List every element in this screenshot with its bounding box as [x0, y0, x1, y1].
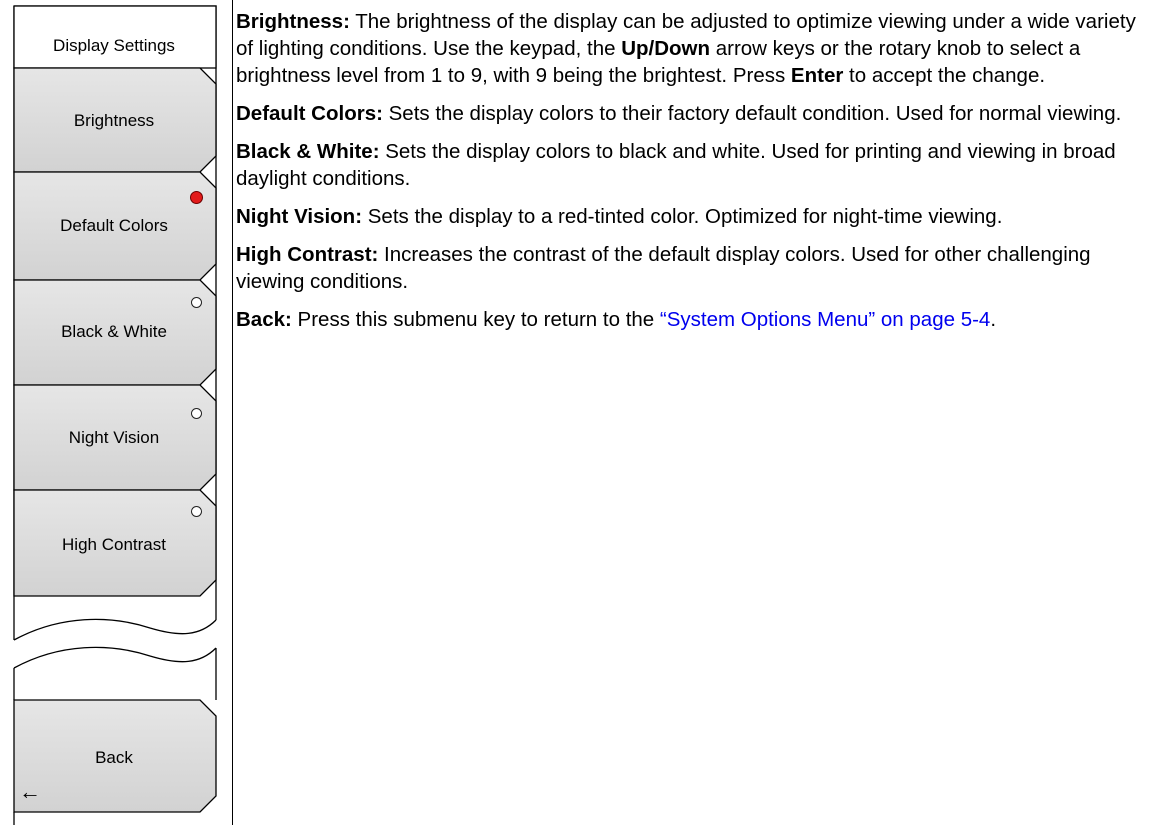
left-arrow-icon: ←	[19, 779, 41, 804]
desc-back: Back: Press this submenu key to return t…	[236, 306, 1146, 333]
radio-unselected-icon	[191, 408, 202, 419]
desc-text: Sets the display colors to their factory…	[382, 102, 1122, 125]
key-up-down: Up/Down	[621, 37, 711, 60]
desc-high-contrast: High Contrast: Increases the contrast of…	[236, 241, 1146, 295]
term-brightness: Brightness:	[236, 10, 350, 33]
menu-title: Display Settings	[53, 36, 175, 55]
softkey-black-white-label: Black & White	[61, 322, 167, 341]
radio-selected-icon	[190, 191, 203, 204]
desc-night-vision: Night Vision: Sets the display to a red-…	[236, 203, 1146, 230]
desc-text: .	[990, 308, 997, 331]
description-column: Brightness: The brightness of the displa…	[236, 8, 1146, 344]
desc-default-colors: Default Colors: Sets the display colors …	[236, 100, 1146, 127]
radio-unselected-icon	[191, 297, 202, 308]
menu-break-bottom	[13, 646, 217, 669]
desc-text: Press this submenu key to return to the	[291, 308, 660, 331]
term-default-colors: Default Colors:	[236, 102, 383, 125]
desc-text: Sets the display to a red-tinted color. …	[362, 205, 1003, 228]
softkey-night-vision-label: Night Vision	[68, 428, 160, 447]
column-divider	[232, 0, 233, 825]
term-back: Back:	[236, 308, 292, 331]
system-options-menu-link[interactable]: “System Options Menu” on page 5-4	[660, 308, 990, 331]
radio-unselected-icon	[191, 506, 202, 517]
desc-black-white: Black & White: Sets the display colors t…	[236, 138, 1146, 192]
term-high-contrast: High Contrast:	[236, 243, 379, 266]
softkey-default-colors-label: Default Colors	[60, 216, 168, 235]
softkey-back-label: Back	[95, 748, 133, 767]
softkey-high-contrast-label: High Contrast	[62, 535, 166, 554]
softkey-brightness-label: Brightness	[73, 111, 155, 130]
term-black-white: Black & White:	[236, 140, 380, 163]
term-night-vision: Night Vision:	[236, 205, 363, 228]
menu-break-top	[13, 618, 217, 641]
desc-brightness: Brightness: The brightness of the displa…	[236, 8, 1146, 89]
desc-text: to accept the change.	[843, 64, 1046, 87]
key-enter: Enter	[790, 64, 844, 87]
